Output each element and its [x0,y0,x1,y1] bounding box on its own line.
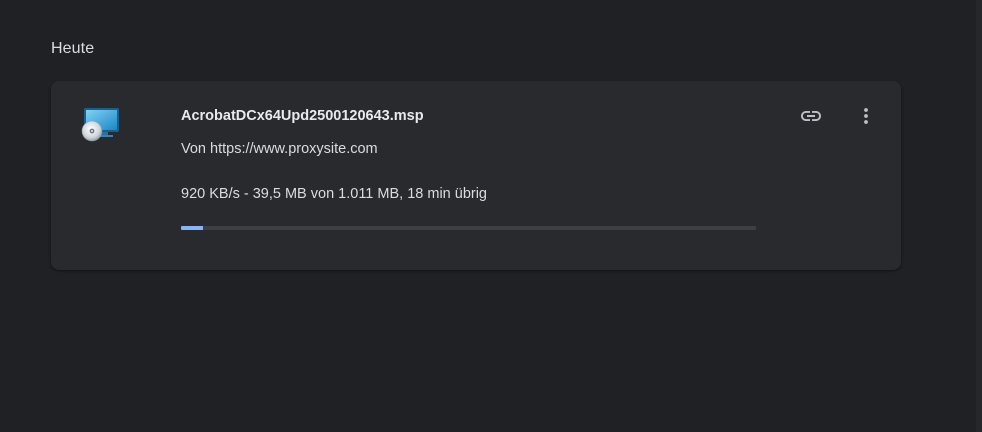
date-section-heading: Heute [51,40,95,57]
installer-file-icon[interactable] [81,107,121,143]
link-icon [801,111,821,121]
more-vert-icon [864,108,868,124]
scrollbar[interactable] [976,0,982,432]
download-status-text: 920 KB/s - 39,5 MB von 1.011 MB, 18 min … [181,186,488,202]
download-item-card: AcrobatDCx64Upd2500120643.msp Von https:… [51,81,901,270]
copy-link-button[interactable] [797,102,825,130]
download-progress-bar [181,226,756,230]
download-progress-fill [181,226,204,230]
file-name-link[interactable]: AcrobatDCx64Upd2500120643.msp [181,108,424,124]
more-actions-button[interactable] [852,102,880,130]
downloads-page: Heute AcrobatDCx64Upd2500120643.msp Von … [0,0,982,432]
source-url: Von https://www.proxysite.com [181,141,378,157]
